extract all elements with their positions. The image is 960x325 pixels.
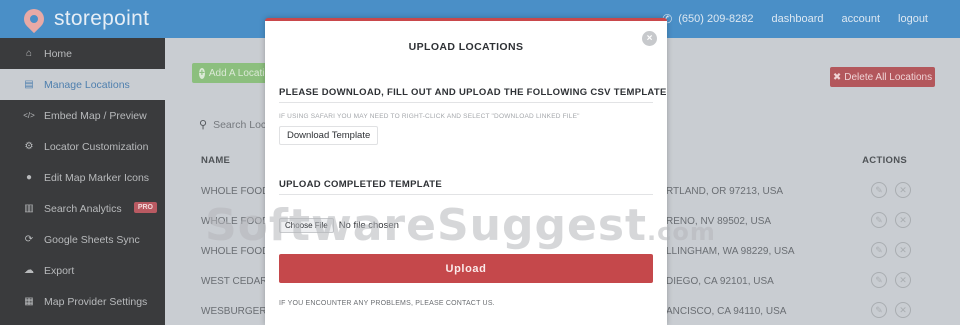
sidebar-item-label: Manage Locations xyxy=(44,78,130,91)
delete-icon[interactable]: ✕ xyxy=(895,272,911,288)
map-pin-icon xyxy=(19,4,49,34)
column-header-actions: ACTIONS xyxy=(862,155,907,166)
delete-icon[interactable]: ✕ xyxy=(895,302,911,318)
sidebar-item-label: Locator Customization xyxy=(44,140,149,153)
edit-icon[interactable]: ✎ xyxy=(871,272,887,288)
sidebar-item-manage-locations[interactable]: ▤ Manage Locations xyxy=(0,69,165,100)
chart-icon: ▥ xyxy=(24,203,34,214)
sidebar-item-map-provider[interactable]: ▦ Map Provider Settings xyxy=(0,286,165,317)
top-nav: ✆ (650) 209-8282 dashboard account logou… xyxy=(662,0,928,38)
sidebar-item-export[interactable]: ☁ Export xyxy=(0,255,165,286)
upload-locations-modal: UPLOAD LOCATIONS × PLEASE DOWNLOAD, FILL… xyxy=(265,18,667,325)
location-address: DIEGO, CA 92101, USA xyxy=(666,276,774,287)
delete-all-locations-button[interactable]: ✖ Delete All Locations xyxy=(830,67,935,87)
column-header-name: NAME xyxy=(201,155,231,166)
location-address: RTLAND, OR 97213, USA xyxy=(666,186,784,197)
list-icon: ▤ xyxy=(24,79,34,90)
map-marker-icon: ● xyxy=(25,172,33,183)
brand-name: storepoint xyxy=(54,7,150,30)
delete-icon[interactable]: ✕ xyxy=(895,242,911,258)
close-icon[interactable]: × xyxy=(642,31,657,46)
map-icon: ▦ xyxy=(24,296,34,307)
file-status: No file chosen xyxy=(338,220,399,231)
sidebar-item-label: Export xyxy=(44,264,75,277)
sidebar-item-label: Google Sheets Sync xyxy=(44,233,140,246)
cogs-icon: ⚙ xyxy=(24,141,34,152)
sidebar-item-marker-icons[interactable]: ● Edit Map Marker Icons xyxy=(0,162,165,193)
close-icon: ✖ xyxy=(832,71,842,83)
home-icon: ⌂ xyxy=(25,48,33,59)
sidebar-item-label: Edit Map Marker Icons xyxy=(44,171,150,184)
delete-all-label: Delete All Locations xyxy=(844,71,933,83)
file-input[interactable]: Choose File No file chosen xyxy=(279,218,399,233)
plus-icon: + xyxy=(199,67,205,79)
nav-logout[interactable]: logout xyxy=(898,13,928,25)
sidebar-item-embed-map[interactable]: </> Embed Map / Preview xyxy=(0,100,165,131)
phone-number: (650) 209-8282 xyxy=(678,13,754,25)
nav-account[interactable]: account xyxy=(841,13,880,25)
brand-logo[interactable]: storepoint xyxy=(19,4,150,34)
edit-icon[interactable]: ✎ xyxy=(871,242,887,258)
delete-icon[interactable]: ✕ xyxy=(895,212,911,228)
sidebar-item-locator-customization[interactable]: ⚙ Locator Customization xyxy=(0,131,165,162)
sidebar-item-label: Search Analytics xyxy=(44,202,122,215)
upload-template-heading: UPLOAD COMPLETED TEMPLATE xyxy=(279,179,443,190)
sync-icon: ⟳ xyxy=(24,234,34,245)
sidebar-item-label: Map Provider Settings xyxy=(44,295,148,308)
add-location-label: Add A Location xyxy=(208,67,272,79)
sidebar-item-label: Home xyxy=(44,47,73,60)
add-location-button[interactable]: + Add A Location xyxy=(192,63,272,83)
phone-contact[interactable]: ✆ (650) 209-8282 xyxy=(662,12,753,26)
download-template-button[interactable]: Download Template xyxy=(279,126,379,145)
location-address: RENO, NV 89502, USA xyxy=(666,216,772,227)
sidebar-item-label: Embed Map / Preview xyxy=(44,109,147,122)
upload-button[interactable]: Upload xyxy=(279,254,653,283)
sidebar-item-home[interactable]: ⌂ Home xyxy=(0,38,165,69)
location-address: ANCISCO, CA 94110, USA xyxy=(666,306,787,317)
code-icon: </> xyxy=(23,111,35,120)
nav-dashboard[interactable]: dashboard xyxy=(771,13,823,25)
csv-template-heading: PLEASE DOWNLOAD, FILL OUT AND UPLOAD THE… xyxy=(279,87,667,98)
search-icon: ⚲ xyxy=(199,119,208,131)
divider xyxy=(279,194,653,195)
location-name: WESBURGER xyxy=(201,306,267,317)
sidebar-item-search-analytics[interactable]: ▥ Search Analytics PRO xyxy=(0,193,165,224)
modal-title: UPLOAD LOCATIONS xyxy=(408,41,524,53)
sidebar: ⌂ Home ▤ Manage Locations </> Embed Map … xyxy=(0,38,165,325)
safari-hint: IF USING SAFARI YOU MAY NEED TO RIGHT-CL… xyxy=(279,113,580,120)
edit-icon[interactable]: ✎ xyxy=(871,302,887,318)
edit-icon[interactable]: ✎ xyxy=(871,182,887,198)
delete-icon[interactable]: ✕ xyxy=(895,182,911,198)
sidebar-item-sheets-sync[interactable]: ⟳ Google Sheets Sync xyxy=(0,224,165,255)
pro-badge: PRO xyxy=(133,202,157,213)
edit-icon[interactable]: ✎ xyxy=(871,212,887,228)
contact-note: IF YOU ENCOUNTER ANY PROBLEMS, PLEASE CO… xyxy=(279,300,495,307)
location-address: LLINGHAM, WA 98229, USA xyxy=(666,246,795,257)
choose-file-button[interactable]: Choose File xyxy=(279,218,334,233)
divider xyxy=(279,102,653,103)
cloud-download-icon: ☁ xyxy=(24,265,34,276)
